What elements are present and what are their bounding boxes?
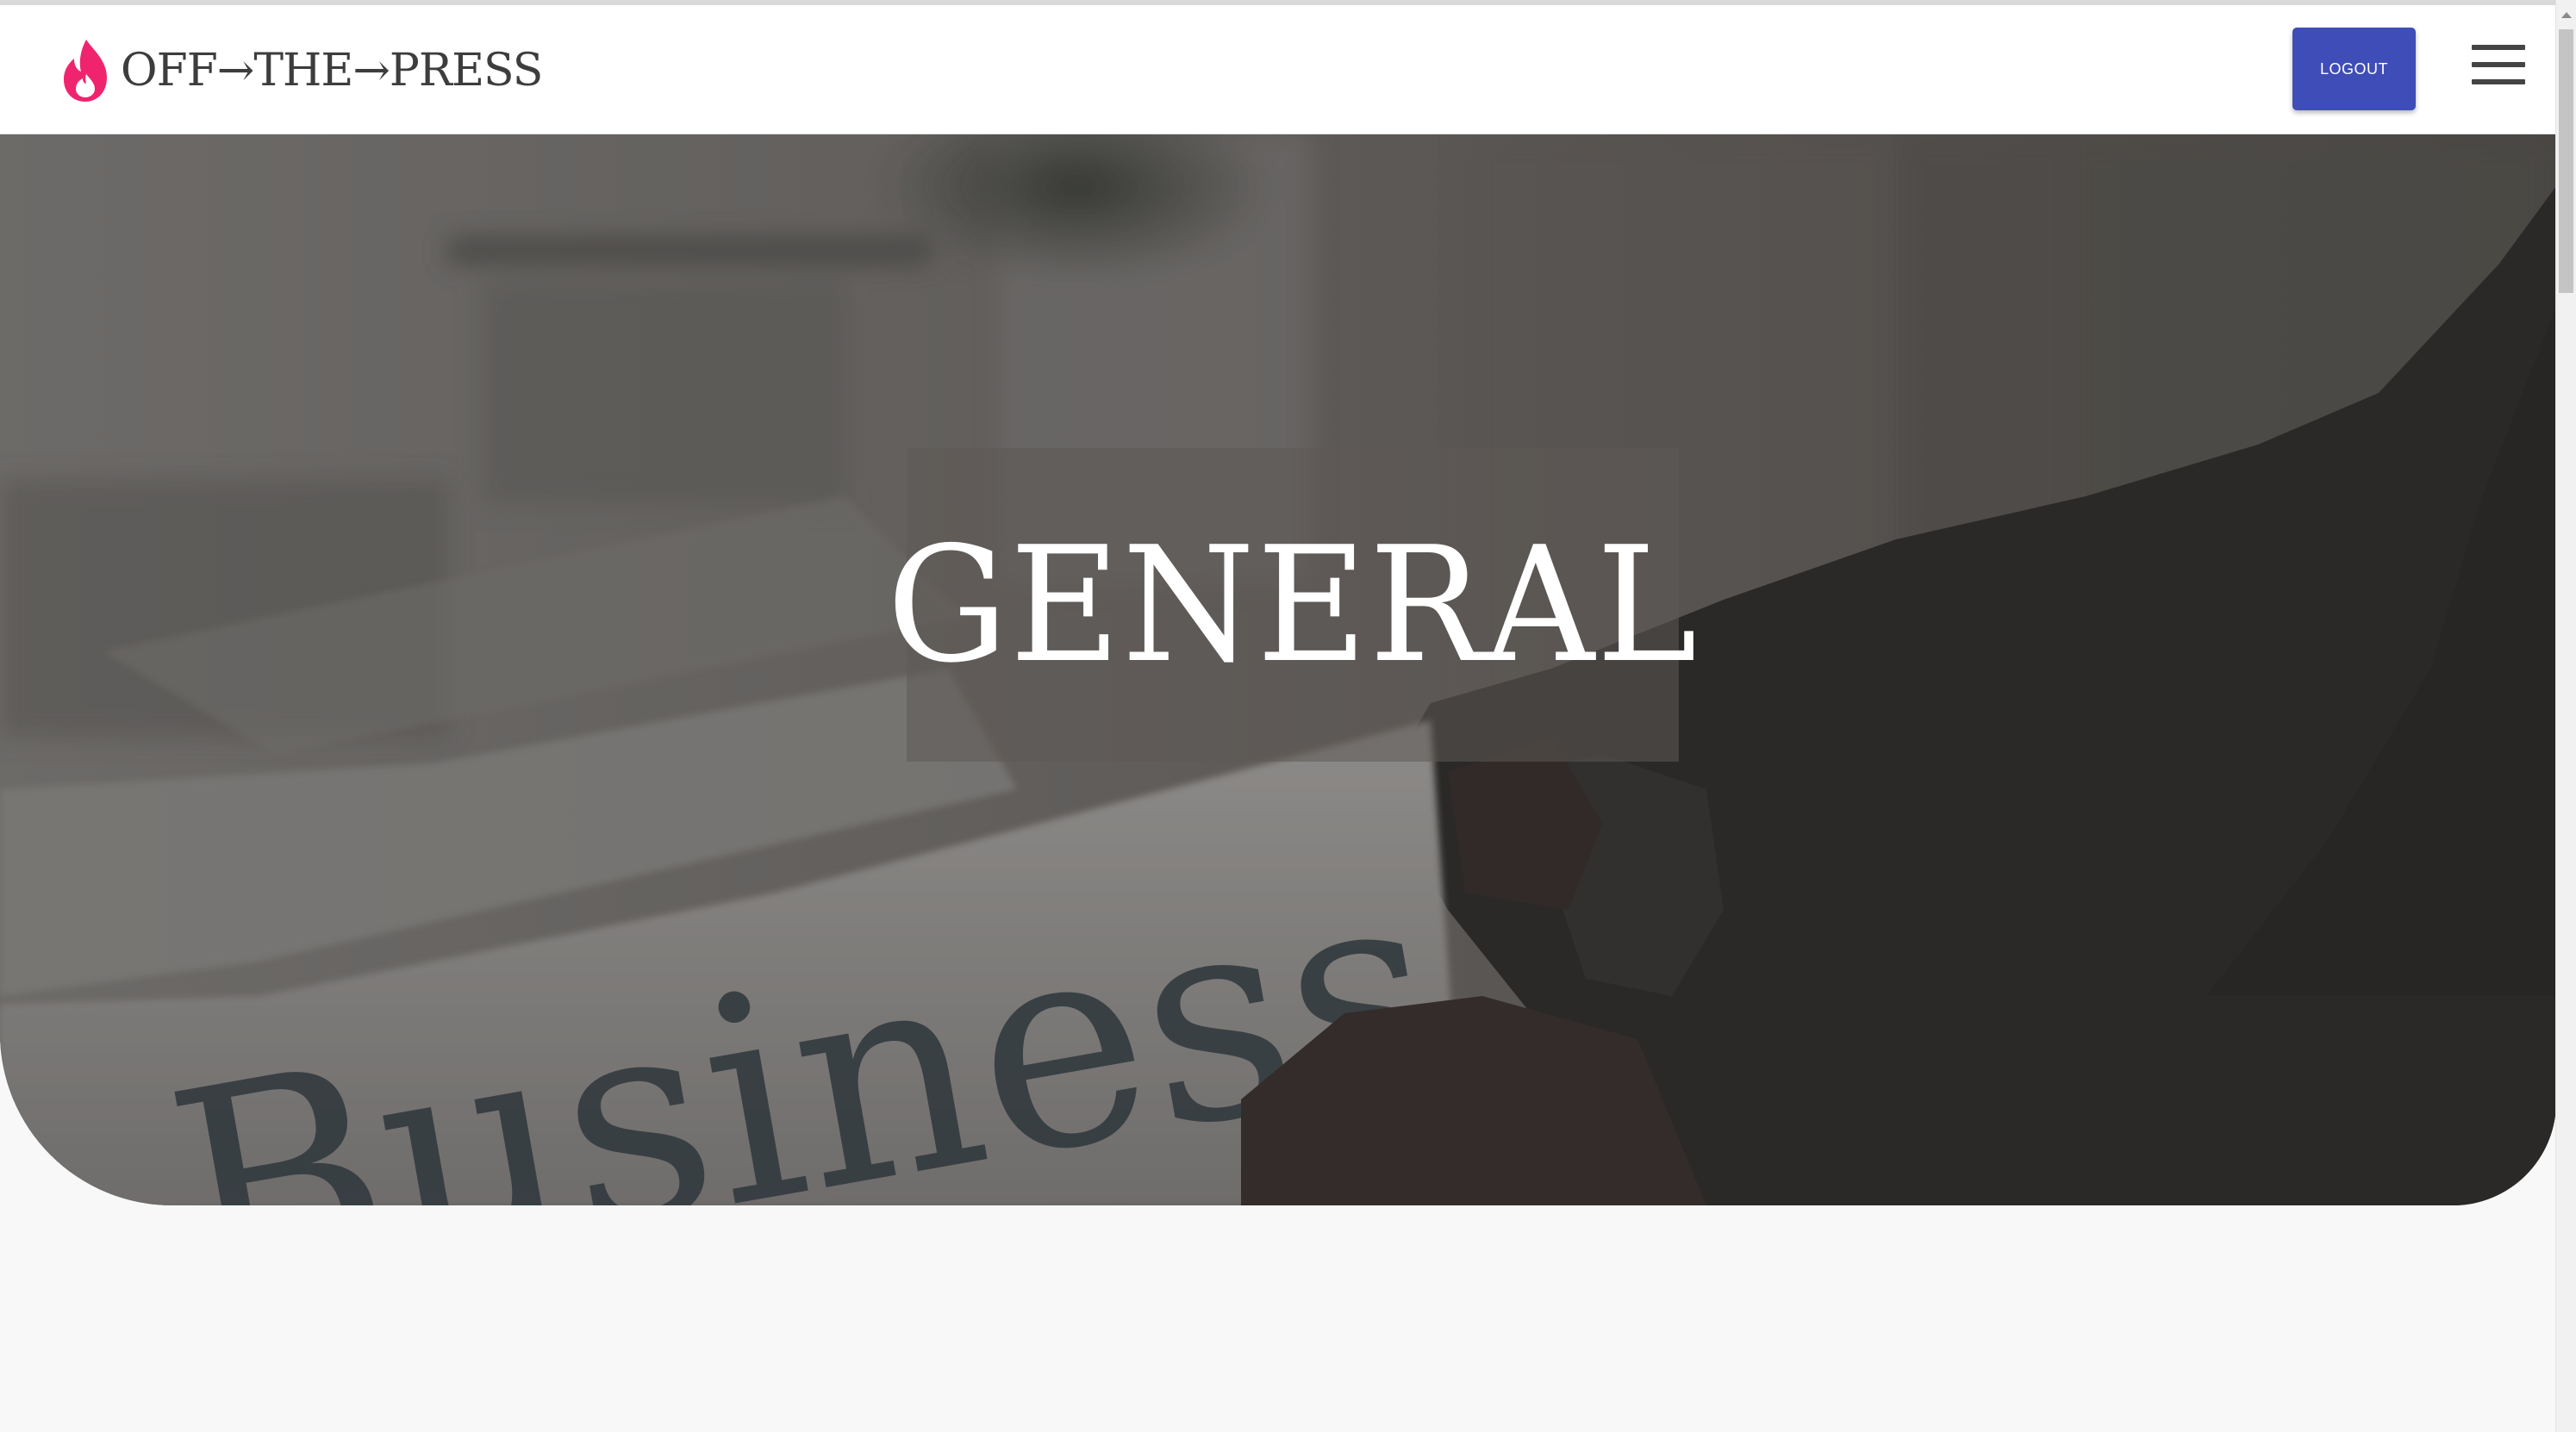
vertical-scrollbar[interactable] [2555, 0, 2576, 1432]
scrollbar-thumb[interactable] [2559, 29, 2573, 293]
site-logo[interactable]: OFF→THE→PRESS [60, 28, 543, 114]
logout-button[interactable]: LOGOUT [2292, 28, 2416, 110]
site-header: OFF→THE→PRESS LOGOUT [0, 5, 2556, 134]
logo-text: OFF→THE→PRESS [121, 45, 543, 97]
flame-icon [64, 40, 107, 102]
scroll-up-arrow-icon[interactable] [2561, 12, 2572, 18]
hamburger-menu-icon[interactable] [2472, 45, 2525, 84]
hero-title-box: GENERAL [887, 448, 1697, 762]
page: OFF→THE→PRESS LOGOUT Business GENERAL [0, 0, 2576, 1432]
hero-banner: Business GENERAL [0, 134, 2556, 1205]
hero-title: GENERAL [886, 512, 1700, 698]
